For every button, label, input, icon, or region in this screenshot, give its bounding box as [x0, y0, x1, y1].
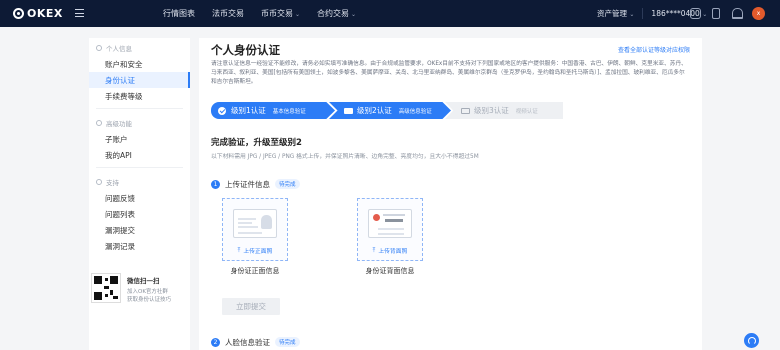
- qr-desc-line1: 加入OK官方社群: [127, 289, 168, 295]
- nav-fiat-trading[interactable]: 法币交易: [212, 8, 244, 19]
- step-label: 级别3认证: [474, 106, 509, 115]
- group-title-text: 高级功能: [106, 120, 132, 128]
- okex-logo[interactable]: OKEX: [13, 7, 63, 20]
- qr-desc-line2: 获取身份认证技巧: [127, 296, 172, 303]
- asset-management-menu[interactable]: 资产管理 ⌄: [597, 8, 634, 19]
- sidebar-group-personal: 个人信息 账户和安全 身份认证 手续费等级: [89, 38, 190, 104]
- chat-icon[interactable]: [690, 8, 701, 19]
- hamburger-menu-icon[interactable]: [75, 9, 84, 17]
- step-upload-documents: 1 上传证件信息 待完成: [211, 178, 300, 190]
- qr-code-icon: [91, 273, 121, 303]
- page-title: 个人身份认证: [211, 43, 280, 57]
- step-number: 2: [211, 337, 220, 347]
- sidebar-item-bug-records[interactable]: 漏洞记录: [89, 238, 190, 254]
- logo-mark-icon: [13, 8, 24, 19]
- support-icon: [96, 179, 102, 185]
- divider: [96, 167, 183, 168]
- group-title-text: 支持: [106, 179, 119, 187]
- sidebar-item-sub-account[interactable]: 子账户: [89, 131, 190, 147]
- chevron-down-icon: ⌄: [702, 11, 708, 18]
- id-front-caption: 身份证正面信息: [230, 267, 280, 275]
- id-card-icon: [344, 107, 353, 114]
- main-panel: 个人身份认证 查看全部认证等级对应权限 请注意认证信息一经验证不能修改，请务必如…: [199, 38, 702, 350]
- step-face-verification: 2 人脸信息验证 待完成: [211, 336, 300, 348]
- step-sub: 视频认证: [515, 108, 538, 115]
- upload-label-text: 上传正面照: [243, 249, 273, 255]
- sidebar-item-fee-level[interactable]: 手续费等级: [89, 88, 190, 104]
- chevron-down-icon: ⌄: [295, 11, 301, 18]
- group-title-text: 个人信息: [106, 45, 132, 53]
- asset-label: 资产管理: [597, 9, 627, 18]
- section-title: 完成验证，升级至级别2: [211, 138, 302, 148]
- top-nav-bar: OKEX 行情图表 法币交易 币币交易 ⌄ 合约交易 ⌄ 资产管理 ⌄ 186***…: [0, 0, 780, 27]
- upload-arrow-icon: ⤒: [372, 246, 376, 254]
- compliance-notice: 请注意认证信息一经验证不能修改，请务必如实填写准确信息。由于合规或监管要求，OK…: [211, 61, 687, 86]
- bell-icon[interactable]: [732, 8, 743, 19]
- wechat-qr-block: 微信扫一扫 加入OK官方社群 获取身份认证技巧: [91, 273, 171, 304]
- sub-step-label: 上传证件信息: [225, 179, 270, 189]
- avatar[interactable]: x: [752, 7, 765, 20]
- id-card-front-icon: [233, 209, 277, 238]
- sidebar-item-feedback[interactable]: 问题反馈: [89, 190, 190, 206]
- sidebar-group-title: 个人信息: [89, 40, 190, 56]
- step-level-1: 级别1认证 基本信息验证: [211, 102, 335, 119]
- chevron-down-icon: ⌄: [351, 11, 357, 18]
- status-badge: 待完成: [275, 179, 300, 189]
- sidebar-group-title: 支持: [89, 174, 190, 190]
- sidebar-group-title: 高级功能: [89, 115, 190, 131]
- sidebar-item-identity-verification[interactable]: 身份认证: [89, 72, 190, 88]
- nav-spot-trading[interactable]: 币币交易 ⌄: [261, 8, 300, 19]
- nav-label: 合约交易: [317, 9, 350, 18]
- upload-id-back[interactable]: ⤒ 上传背面照: [357, 198, 423, 261]
- upload-id-front[interactable]: ⤒ 上传正面照: [222, 198, 288, 261]
- nav-label: 行情图表: [163, 9, 195, 18]
- user-icon: [96, 45, 102, 51]
- sidebar-item-my-api[interactable]: 我的API: [89, 147, 190, 163]
- step-number: 1: [211, 179, 220, 189]
- sidebar-group-support: 支持 问题反馈 问题列表 漏洞提交 漏洞记录: [89, 172, 190, 254]
- divider: [96, 108, 183, 109]
- upload-requirements: 以下材料需用 JPG / JPEG / PNG 格式上传，并保证照片清晰、边角完…: [211, 154, 479, 160]
- step-level-2: 级别2认证 高级信息验证: [329, 102, 451, 119]
- upload-label-text: 上传背面照: [378, 249, 408, 255]
- upload-back-label: ⤒ 上传背面照: [358, 246, 422, 256]
- nav-label: 币币交易: [261, 9, 293, 18]
- sidebar: 个人信息 账户和安全 身份认证 手续费等级 高级功能 子账户 我的API 支持 …: [89, 38, 190, 350]
- qr-title: 微信扫一扫: [127, 277, 160, 285]
- divider: [642, 8, 644, 19]
- upload-arrow-icon: ⤒: [237, 246, 241, 254]
- sidebar-group-advanced: 高级功能 子账户 我的API: [89, 113, 190, 163]
- check-circle-icon: [218, 106, 226, 115]
- view-all-levels-link[interactable]: 查看全部认证等级对应权限: [618, 45, 690, 54]
- step-label: 级别2认证: [357, 106, 392, 115]
- id-card-back-icon: [368, 209, 412, 238]
- nav-label: 法币交易: [212, 9, 244, 18]
- sub-step-label: 人脸信息验证: [225, 337, 270, 347]
- nav-market-charts[interactable]: 行情图表: [163, 8, 195, 19]
- step-sub: 高级信息验证: [398, 108, 432, 115]
- verification-steps: 级别1认证 基本信息验证 级别2认证 高级信息验证 级别3认证 视频认证: [211, 102, 563, 119]
- sidebar-item-issue-list[interactable]: 问题列表: [89, 206, 190, 222]
- submit-button[interactable]: 立即提交: [222, 298, 280, 315]
- main-nav: 行情图表 法币交易 币币交易 ⌄ 合约交易 ⌄: [163, 0, 356, 27]
- step-level-3: 级别3认证 视频认证: [445, 102, 563, 119]
- qr-text: 微信扫一扫 加入OK官方社群 获取身份认证技巧: [127, 275, 171, 304]
- id-back-caption: 身份证背面信息: [365, 267, 415, 275]
- mobile-app-icon[interactable]: [712, 8, 720, 19]
- sidebar-item-account-security[interactable]: 账户和安全: [89, 56, 190, 72]
- nav-futures-trading[interactable]: 合约交易 ⌄: [317, 8, 356, 19]
- upload-front-label: ⤒ 上传正面照: [223, 246, 287, 256]
- step-label: 级别1认证: [231, 106, 266, 115]
- avatar-text: x: [756, 10, 761, 17]
- chevron-down-icon: ⌄: [629, 11, 635, 18]
- logo-text: OKEX: [27, 7, 63, 20]
- sidebar-item-bug-submit[interactable]: 漏洞提交: [89, 222, 190, 238]
- video-camera-icon: [461, 107, 470, 114]
- status-badge: 待完成: [275, 337, 300, 347]
- step-sub: 基本信息验证: [272, 108, 306, 115]
- customer-service-icon[interactable]: [744, 333, 759, 348]
- settings-icon: [96, 120, 102, 126]
